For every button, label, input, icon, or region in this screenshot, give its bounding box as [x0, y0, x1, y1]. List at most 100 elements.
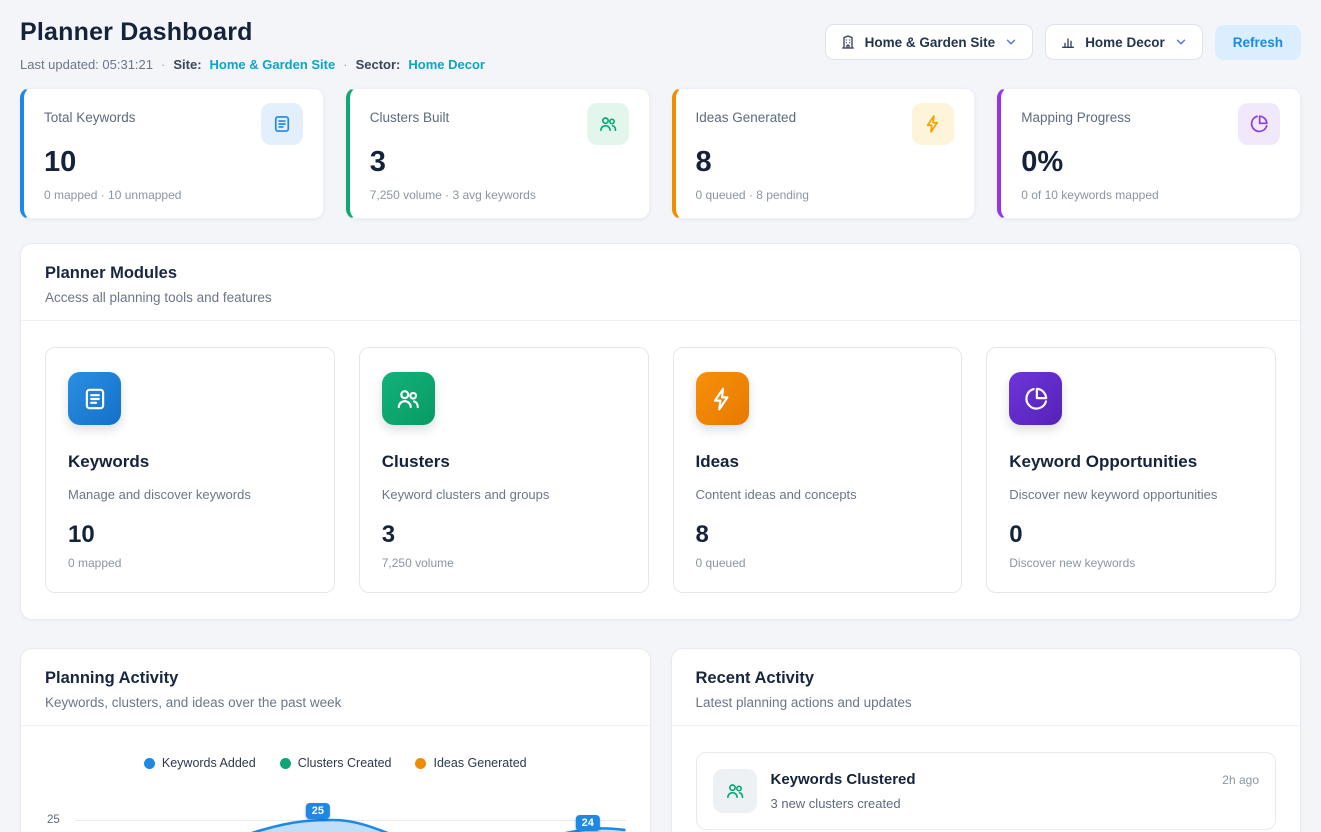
legend-item-ideas-generated: Ideas Generated — [415, 756, 526, 770]
planner-dashboard-page: Planner Dashboard Last updated: 05:31:21… — [0, 0, 1321, 832]
stat-label: Clusters Built — [370, 103, 450, 125]
header-left: Planner Dashboard Last updated: 05:31:21… — [20, 18, 485, 72]
site-selector-label: Home & Garden Site — [865, 35, 996, 50]
sector-selector-label: Home Decor — [1085, 35, 1165, 50]
stat-caption: 7,250 volume · 3 avg keywords — [370, 188, 629, 202]
panel-header: Planner Modules Access all planning tool… — [21, 244, 1300, 321]
legend-label: Clusters Created — [298, 756, 392, 770]
legend-item-keywords-added: Keywords Added — [144, 756, 256, 770]
header-controls: Home & Garden Site Home Decor Refresh — [825, 24, 1301, 60]
planning-activity-chart: Keywords Added Clusters Created Ideas Ge… — [21, 726, 650, 832]
chevron-down-icon — [1004, 35, 1018, 49]
activity-item-keywords-clustered[interactable]: Keywords Clustered 3 new clusters create… — [696, 752, 1277, 830]
panel-title: Recent Activity — [696, 669, 1277, 688]
module-caption: 0 mapped — [68, 556, 312, 570]
site-selector[interactable]: Home & Garden Site — [825, 24, 1034, 60]
recent-activity-list: Keywords Clustered 3 new clusters create… — [672, 726, 1301, 832]
stat-value: 3 — [370, 146, 629, 179]
module-card-ideas[interactable]: Ideas Content ideas and concepts 8 0 que… — [673, 347, 963, 593]
chart-legend: Keywords Added Clusters Created Ideas Ge… — [45, 756, 626, 770]
module-caption: Discover new keywords — [1009, 556, 1253, 570]
users-icon — [713, 769, 757, 813]
building-icon — [840, 34, 856, 50]
stat-card-ideas-generated: Ideas Generated 8 0 queued · 8 pending — [672, 88, 976, 219]
site-label: Site: — [173, 57, 201, 72]
page-meta: Last updated: 05:31:21 · Site: Home & Ga… — [20, 57, 485, 72]
page-header: Planner Dashboard Last updated: 05:31:21… — [20, 18, 1301, 72]
lightning-icon — [912, 103, 954, 145]
stat-label: Mapping Progress — [1021, 103, 1131, 125]
legend-label: Ideas Generated — [433, 756, 526, 770]
panel-header: Recent Activity Latest planning actions … — [672, 649, 1301, 726]
module-description: Discover new keyword opportunities — [1009, 487, 1253, 502]
meta-separator: · — [343, 57, 347, 72]
panel-subtitle: Access all planning tools and features — [45, 290, 1276, 305]
stat-card-top: Mapping Progress — [1021, 103, 1280, 145]
area-series-keywords-added — [75, 794, 626, 832]
sector-link[interactable]: Home Decor — [408, 57, 485, 72]
module-card-clusters[interactable]: Clusters Keyword clusters and groups 3 7… — [359, 347, 649, 593]
stat-card-top: Clusters Built — [370, 103, 629, 145]
refresh-button[interactable]: Refresh — [1215, 25, 1301, 60]
legend-label: Keywords Added — [162, 756, 256, 770]
module-description: Keyword clusters and groups — [382, 487, 626, 502]
stat-card-top: Total Keywords — [44, 103, 303, 145]
modules-grid: Keywords Manage and discover keywords 10… — [21, 321, 1300, 619]
module-title: Keyword Opportunities — [1009, 452, 1253, 472]
legend-dot — [280, 758, 291, 769]
legend-item-clusters-created: Clusters Created — [280, 756, 392, 770]
chevron-down-icon — [1174, 35, 1188, 49]
stat-caption: 0 of 10 keywords mapped — [1021, 188, 1280, 202]
pie-chart-icon — [1009, 372, 1062, 425]
module-card-keyword-opportunities[interactable]: Keyword Opportunities Discover new keywo… — [986, 347, 1276, 593]
last-updated: Last updated: 05:31:21 — [20, 57, 153, 72]
sector-selector[interactable]: Home Decor — [1045, 24, 1203, 60]
meta-separator: · — [161, 57, 165, 72]
module-title: Ideas — [696, 452, 940, 472]
pie-chart-icon — [1238, 103, 1280, 145]
legend-dot — [144, 758, 155, 769]
module-description: Manage and discover keywords — [68, 487, 312, 502]
module-description: Content ideas and concepts — [696, 487, 940, 502]
chart-area: 25 25 24 — [45, 794, 626, 832]
document-icon — [261, 103, 303, 145]
module-card-keywords[interactable]: Keywords Manage and discover keywords 10… — [45, 347, 335, 593]
module-caption: 0 queued — [696, 556, 940, 570]
module-title: Clusters — [382, 452, 626, 472]
stat-card-mapping-progress: Mapping Progress 0% 0 of 10 keywords map… — [997, 88, 1301, 219]
module-title: Keywords — [68, 452, 312, 472]
data-point-label: 25 — [306, 803, 330, 819]
sector-label: Sector: — [356, 57, 401, 72]
stat-value: 0% — [1021, 146, 1280, 179]
module-value: 3 — [382, 521, 626, 549]
stat-value: 8 — [696, 146, 955, 179]
stat-label: Ideas Generated — [696, 103, 797, 125]
data-point-label: 24 — [576, 815, 600, 831]
stat-label: Total Keywords — [44, 103, 136, 125]
activity-timestamp: 2h ago — [1222, 769, 1259, 787]
legend-dot — [415, 758, 426, 769]
panel-subtitle: Keywords, clusters, and ideas over the p… — [45, 695, 626, 710]
module-value: 10 — [68, 521, 312, 549]
planning-activity-panel: Planning Activity Keywords, clusters, an… — [20, 648, 651, 832]
planner-modules-panel: Planner Modules Access all planning tool… — [20, 243, 1301, 620]
activity-description: 3 new clusters created — [771, 796, 916, 811]
lightning-icon — [696, 372, 749, 425]
site-link[interactable]: Home & Garden Site — [210, 57, 336, 72]
activity-text: Keywords Clustered 3 new clusters create… — [771, 769, 916, 811]
stat-card-top: Ideas Generated — [696, 103, 955, 145]
panel-title: Planner Modules — [45, 264, 1276, 283]
users-icon — [587, 103, 629, 145]
stats-row: Total Keywords 10 0 mapped · 10 unmapped… — [20, 88, 1301, 219]
module-value: 8 — [696, 521, 940, 549]
stat-caption: 0 mapped · 10 unmapped — [44, 188, 303, 202]
page-title: Planner Dashboard — [20, 18, 485, 47]
recent-activity-panel: Recent Activity Latest planning actions … — [671, 648, 1302, 832]
stat-value: 10 — [44, 146, 303, 179]
stat-caption: 0 queued · 8 pending — [696, 188, 955, 202]
bar-chart-icon — [1060, 34, 1076, 50]
y-axis-tick: 25 — [47, 814, 60, 826]
users-icon — [382, 372, 435, 425]
activity-title: Keywords Clustered — [771, 769, 916, 788]
module-value: 0 — [1009, 521, 1253, 549]
